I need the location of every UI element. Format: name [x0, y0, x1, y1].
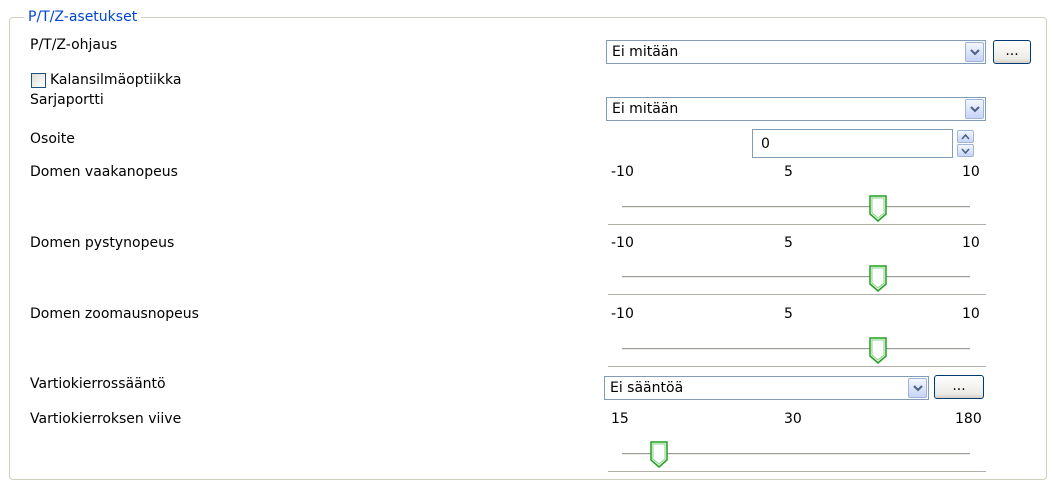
fisheye-label: Kalansilmäoptiikka — [50, 72, 182, 88]
dome-pan-speed-max: 10 — [962, 164, 980, 180]
patrol-delay-slider[interactable] — [622, 453, 970, 456]
dome-zoom-speed-max: 10 — [962, 306, 980, 322]
slider-thumb-icon[interactable] — [649, 441, 669, 469]
slider-baseline — [608, 471, 986, 472]
patrol-delay-label: Vartiokierroksen viive — [30, 411, 182, 427]
spin-up-icon[interactable] — [957, 130, 974, 143]
patrol-rule-label: Vartiokierrossääntö — [30, 376, 166, 392]
group-title: P/T/Z-asetukset — [24, 9, 142, 25]
patrol-rule-combo[interactable]: Ei sääntöä — [604, 376, 929, 400]
address-value: 0 — [761, 136, 770, 152]
patrol-rule-config-button[interactable]: ... — [934, 375, 984, 399]
slider-baseline — [608, 366, 986, 367]
dome-zoom-speed-slider[interactable] — [622, 348, 970, 351]
slider-baseline — [608, 294, 986, 295]
dome-tilt-speed-mid: 5 — [784, 235, 793, 251]
dome-zoom-speed-label: Domen zoomausnopeus — [30, 306, 199, 322]
chevron-down-icon[interactable] — [965, 99, 984, 119]
patrol-delay-max: 180 — [955, 411, 982, 427]
dome-pan-speed-slider[interactable] — [622, 206, 970, 209]
dome-pan-speed-mid: 5 — [784, 164, 793, 180]
slider-baseline — [608, 224, 986, 225]
ptz-control-label: P/T/Z-ohjaus — [30, 37, 118, 53]
patrol-delay-min: 15 — [611, 411, 629, 427]
patrol-delay-mid: 30 — [784, 411, 802, 427]
dome-tilt-speed-min: -10 — [611, 235, 634, 251]
address-input[interactable]: 0 — [752, 129, 953, 158]
serial-port-label: Sarjaportti — [30, 92, 104, 108]
dome-tilt-speed-slider[interactable] — [622, 276, 970, 279]
fisheye-checkbox[interactable] — [31, 73, 46, 88]
ptz-control-config-button[interactable]: ... — [993, 40, 1031, 64]
patrol-rule-value: Ei sääntöä — [610, 380, 684, 396]
slider-thumb-icon[interactable] — [868, 195, 888, 223]
serial-port-value: Ei mitään — [612, 101, 679, 117]
ptz-control-combo[interactable]: Ei mitään — [606, 40, 986, 64]
chevron-down-icon[interactable] — [965, 42, 984, 62]
spin-down-icon[interactable] — [957, 144, 974, 157]
ptz-control-value: Ei mitään — [612, 44, 679, 60]
dome-pan-speed-label: Domen vaakanopeus — [30, 164, 178, 180]
serial-port-combo[interactable]: Ei mitään — [606, 97, 986, 121]
dome-zoom-speed-mid: 5 — [784, 306, 793, 322]
dome-tilt-speed-max: 10 — [962, 235, 980, 251]
slider-thumb-icon[interactable] — [868, 337, 888, 365]
slider-thumb-icon[interactable] — [868, 265, 888, 293]
address-label: Osoite — [30, 131, 75, 147]
chevron-down-icon[interactable] — [908, 378, 927, 398]
dome-pan-speed-min: -10 — [611, 164, 634, 180]
dome-tilt-speed-label: Domen pystynopeus — [30, 235, 175, 251]
dome-zoom-speed-min: -10 — [611, 306, 634, 322]
